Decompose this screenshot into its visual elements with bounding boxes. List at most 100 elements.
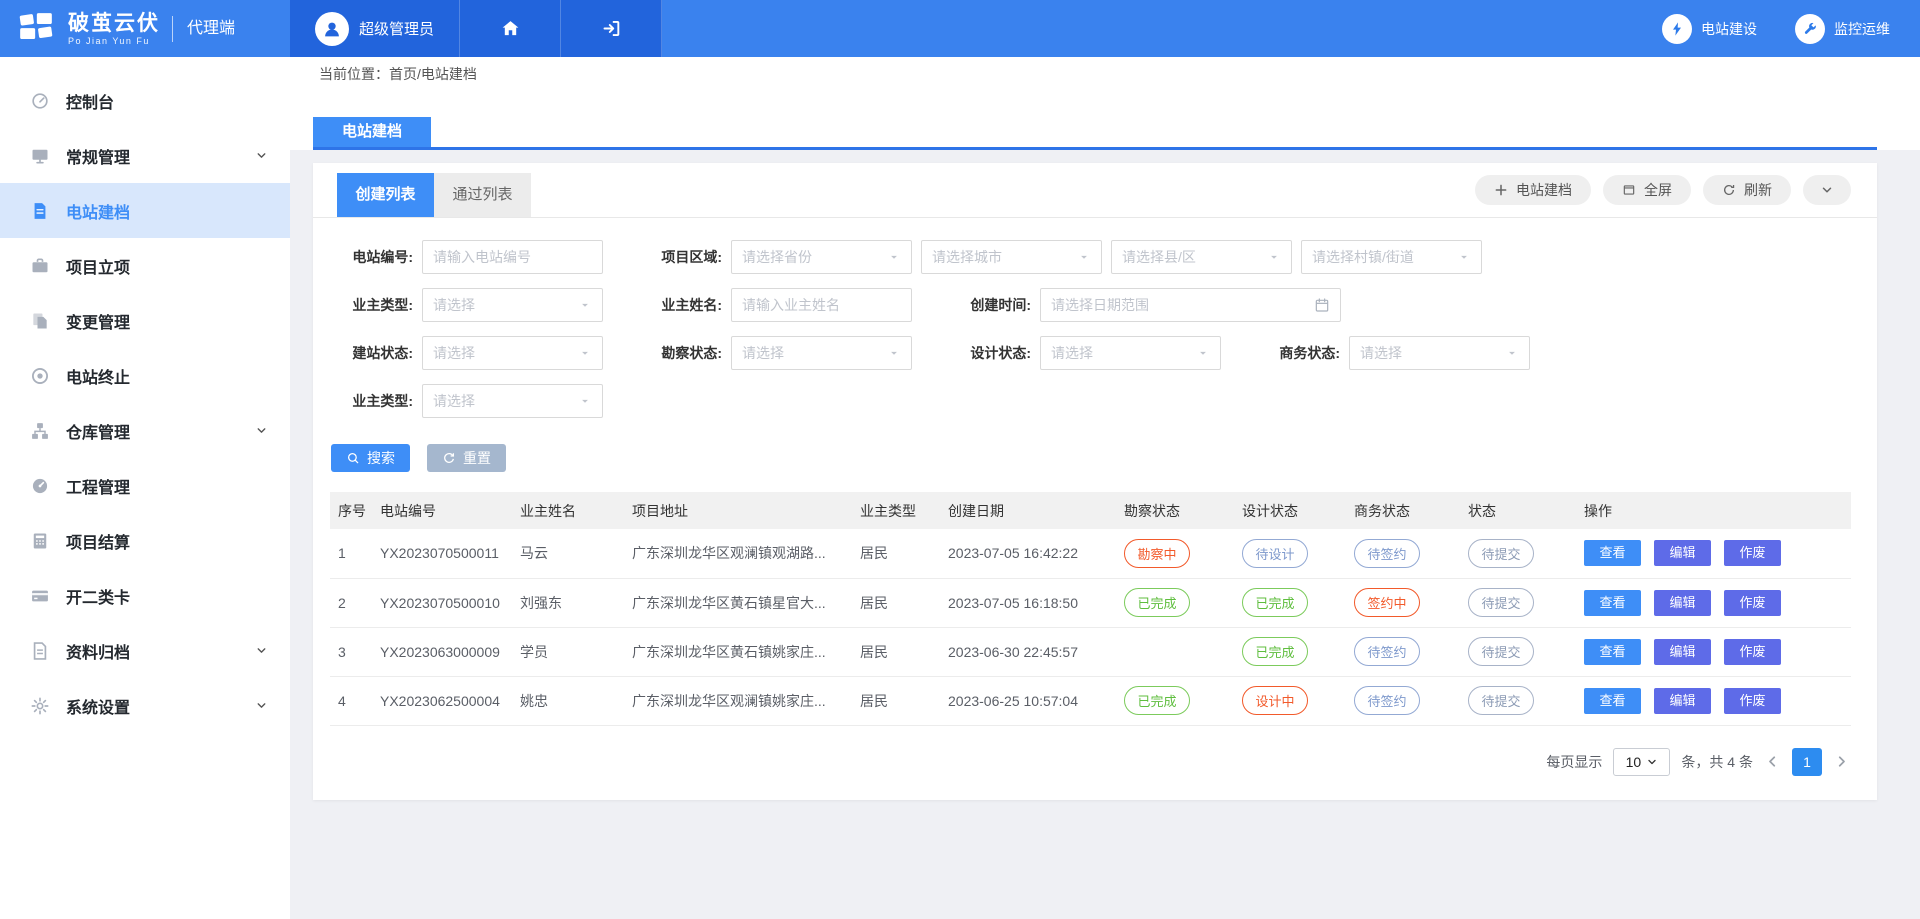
refresh-icon — [1722, 183, 1736, 197]
list-tab[interactable]: 创建列表 — [337, 173, 434, 217]
prev-page-button[interactable] — [1764, 753, 1781, 770]
briefcase-icon — [30, 256, 50, 276]
sidebar-item-label: 项目结算 — [66, 529, 130, 553]
toolbar-button-fullscreen[interactable]: 全屏 — [1603, 175, 1691, 205]
sidebar-item-label: 电站建档 — [66, 199, 130, 223]
calculator-icon — [30, 531, 50, 551]
sidebar-item-calculator[interactable]: 项目结算 — [0, 513, 290, 568]
row-action-void-button[interactable]: 作废 — [1724, 639, 1781, 665]
status-badge: 待签约 — [1354, 637, 1420, 666]
caret-down-icon — [887, 250, 901, 264]
breadcrumb-home-link[interactable]: 首页 — [389, 64, 417, 84]
sidebar-item-copy[interactable]: 变更管理 — [0, 293, 290, 348]
caret-down-icon — [578, 298, 592, 312]
filter-input[interactable] — [422, 240, 603, 274]
row-action-edit-button[interactable]: 编辑 — [1654, 540, 1711, 566]
table-cell-status: 待提交 — [1460, 529, 1576, 578]
logout-button[interactable] — [561, 0, 662, 57]
sidebar-item-briefcase[interactable]: 项目立项 — [0, 238, 290, 293]
table-cell-actions: 查看编辑作废 — [1576, 627, 1851, 676]
gear-icon — [30, 696, 50, 716]
home-icon — [500, 18, 521, 39]
placeholder-text: 请选择 — [433, 343, 578, 363]
sidebar-item-record[interactable]: 电站终止 — [0, 348, 290, 403]
row-action-view-button[interactable]: 查看 — [1584, 540, 1641, 566]
table-cell-owner: 马云 — [512, 529, 624, 578]
per-page-select[interactable]: 10 — [1613, 748, 1670, 776]
page-tab[interactable]: 电站建档 — [313, 117, 431, 147]
sidebar-item-file[interactable]: 资料归档 — [0, 623, 290, 678]
sidebar-item-label: 仓库管理 — [66, 419, 130, 443]
placeholder-text: 请选择村镇/街道 — [1312, 247, 1457, 267]
sidebar-item-label: 开二类卡 — [66, 584, 130, 608]
sidebar-item-document[interactable]: 电站建档 — [0, 183, 290, 238]
user-menu[interactable]: 超级管理员 — [290, 0, 460, 57]
sidebar-item-gear[interactable]: 系统设置 — [0, 678, 290, 733]
table-cell-owner: 学员 — [512, 627, 624, 676]
table-cell-business: 待签约 — [1346, 627, 1460, 676]
filter-label: 设计状态: — [949, 343, 1031, 363]
caret-down-icon — [1267, 250, 1281, 264]
filter-select[interactable]: 请选择 — [422, 336, 603, 370]
quick-link-lightning[interactable]: 电站建设 — [1662, 14, 1757, 44]
filter-select[interactable]: 请选择 — [1349, 336, 1530, 370]
table-cell-seq: 1 — [330, 529, 372, 578]
row-action-void-button[interactable]: 作废 — [1724, 688, 1781, 714]
filter-select[interactable]: 请选择城市 — [921, 240, 1102, 274]
filter-select[interactable]: 请选择 — [731, 336, 912, 370]
toolbar-button-chevron-down[interactable] — [1803, 175, 1851, 205]
plus-icon — [1494, 183, 1508, 197]
row-action-edit-button[interactable]: 编辑 — [1654, 639, 1711, 665]
sidebar-item-card[interactable]: 开二类卡 — [0, 568, 290, 623]
row-action-void-button[interactable]: 作废 — [1724, 590, 1781, 616]
chevron-down-icon — [255, 644, 268, 657]
filter-select[interactable]: 请选择 — [422, 288, 603, 322]
status-badge: 待设计 — [1242, 539, 1308, 568]
filter-select[interactable]: 请选择村镇/街道 — [1301, 240, 1482, 274]
sidebar-item-gauge[interactable]: 控制台 — [0, 73, 290, 128]
table-cell-owner: 姚忠 — [512, 676, 624, 725]
portal-label: 代理端 — [172, 16, 235, 42]
row-action-view-button[interactable]: 查看 — [1584, 639, 1641, 665]
toolbar-button-plus[interactable]: 电站建档 — [1475, 175, 1591, 205]
current-page-button[interactable]: 1 — [1792, 748, 1822, 776]
per-page-label: 每页显示 — [1546, 752, 1602, 772]
monitor-icon — [30, 146, 50, 166]
caret-down-icon — [1505, 346, 1519, 360]
sidebar-item-sitemap[interactable]: 仓库管理 — [0, 403, 290, 458]
row-action-edit-button[interactable]: 编辑 — [1654, 590, 1711, 616]
table-header-cell: 勘察状态 — [1116, 492, 1234, 529]
home-button[interactable] — [460, 0, 561, 57]
row-action-view-button[interactable]: 查看 — [1584, 590, 1641, 616]
filter-select[interactable]: 请选择 — [1040, 336, 1221, 370]
breadcrumb: 当前位置：首页 / 电站建档 — [290, 57, 1920, 91]
quick-link-wrench[interactable]: 监控运维 — [1795, 14, 1890, 44]
table-cell-actions: 查看编辑作废 — [1576, 529, 1851, 578]
filter-select[interactable]: 请选择省份 — [731, 240, 912, 274]
sidebar-item-meter[interactable]: 工程管理 — [0, 458, 290, 513]
date-range-picker[interactable]: 请选择日期范围 — [1040, 288, 1341, 322]
filter-select[interactable]: 请选择县/区 — [1111, 240, 1292, 274]
table-cell-owner: 刘强东 — [512, 578, 624, 627]
list-tab[interactable]: 通过列表 — [434, 173, 531, 217]
search-button[interactable]: 搜索 — [331, 444, 410, 472]
table-header-row: 序号电站编号业主姓名项目地址业主类型创建日期勘察状态设计状态商务状态状态操作 — [330, 492, 1851, 529]
row-action-view-button[interactable]: 查看 — [1584, 688, 1641, 714]
toolbar-button-refresh[interactable]: 刷新 — [1703, 175, 1791, 205]
next-page-button[interactable] — [1833, 753, 1850, 770]
station-table: 序号电站编号业主姓名项目地址业主类型创建日期勘察状态设计状态商务状态状态操作 1… — [330, 492, 1851, 726]
status-badge: 待签约 — [1354, 686, 1420, 715]
table-cell-type: 居民 — [852, 578, 940, 627]
row-action-edit-button[interactable]: 编辑 — [1654, 688, 1711, 714]
row-action-void-button[interactable]: 作废 — [1724, 540, 1781, 566]
placeholder-text: 请选择县/区 — [1122, 247, 1267, 267]
lightning-icon — [1669, 21, 1685, 37]
card-icon — [30, 586, 50, 606]
filter-select[interactable]: 请选择 — [422, 384, 603, 418]
table-header-cell: 创建日期 — [940, 492, 1116, 529]
reset-button[interactable]: 重置 — [427, 444, 506, 472]
content: 当前位置：首页 / 电站建档 电站建档 创建列表通过列表 电站建档全屏刷新 电站… — [290, 57, 1920, 919]
table-row: 4YX2023062500004姚忠广东深圳龙华区观澜镇姚家庄...居民2023… — [330, 676, 1851, 725]
filter-input[interactable] — [731, 288, 912, 322]
sidebar-item-monitor[interactable]: 常规管理 — [0, 128, 290, 183]
